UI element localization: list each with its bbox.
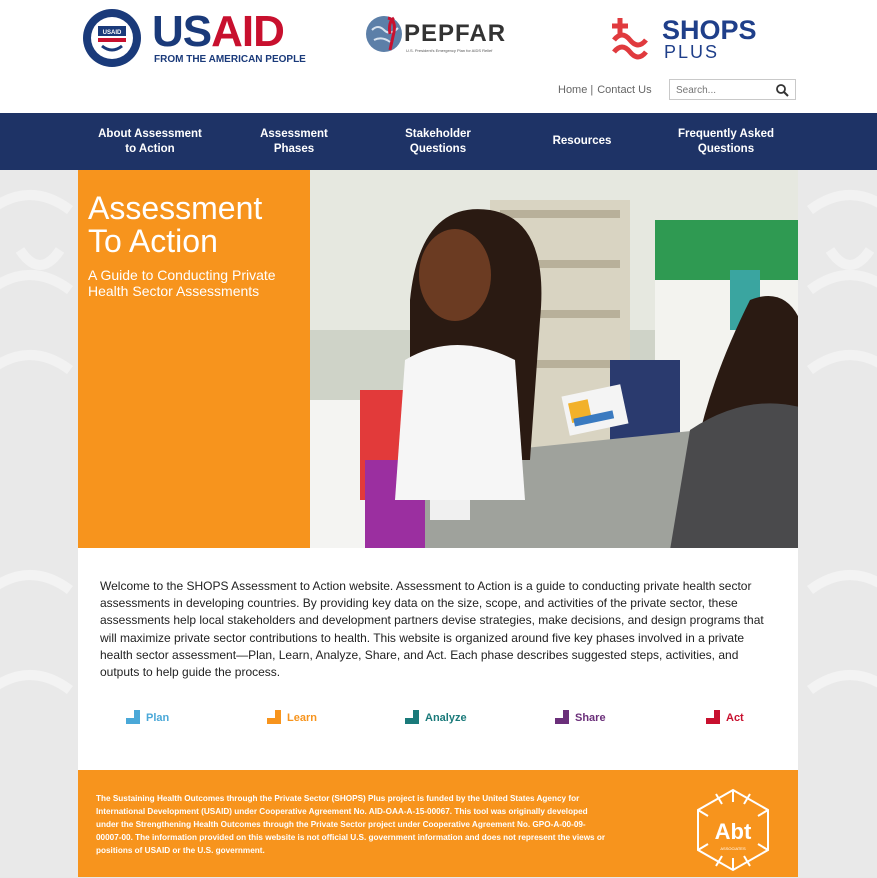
hero-banner: Assessment To Action A Guide to Conducti… [78,170,798,548]
pepfar-subtitle: U.S. President's Emergency Plan for AIDS… [406,48,493,53]
nav-resources[interactable]: Resources [510,113,654,170]
phase-link-plan[interactable]: Plan [126,710,169,724]
usaid-logo[interactable]: USAID USAID FROM THE AMERICAN PEOPLE [82,7,306,68]
phase-label: Act [726,712,744,724]
pharmacy-photo [310,170,798,548]
hero-title-line1: Assessment [88,190,263,226]
pepfar-logo[interactable]: PEPFAR U.S. President's Emergency Plan f… [364,12,514,62]
search-icon[interactable] [775,83,789,97]
nav-stakeholder-questions[interactable]: Stakeholder Questions [366,113,510,170]
shops-plus-word: PLUS [664,42,720,62]
intro-paragraph: Welcome to the SHOPS Assessment to Actio… [100,579,764,680]
funding-disclaimer: The Sustaining Health Outcomes through t… [96,794,606,855]
abt-wordmark: Abt [715,819,752,844]
phase-link-learn[interactable]: Learn [267,710,317,724]
site-header: USAID USAID FROM THE AMERICAN PEOPLE PEP… [0,0,877,113]
plan-step-icon [126,710,140,724]
nav-label-line2: Questions [697,142,755,155]
hero-subtitle-line2: Health Sector Assessments [88,283,260,299]
search-box [669,79,796,100]
act-step-icon [706,710,720,724]
abt-subtitle: ASSOCIATES [720,846,746,851]
nav-label-line1: Resources [552,135,612,147]
usaid-seal-icon: USAID [83,9,141,67]
nav-label-line1: About Assessment [98,127,202,140]
main-content: Welcome to the SHOPS Assessment to Actio… [78,548,798,770]
nav-label-line1: Frequently Asked [677,127,775,140]
phase-label: Share [575,712,606,724]
shops-wordmark: SHOPS [662,15,757,45]
hero-subtitle: A Guide to Conducting Private Health Sec… [88,267,303,299]
link-separator: | [590,84,594,96]
usaid-tagline: FROM THE AMERICAN PEOPLE [154,54,306,65]
phase-link-analyze[interactable]: Analyze [405,710,467,724]
hero-title-line2: To Action [88,223,218,259]
hero-title-panel: Assessment To Action A Guide to Conducti… [78,170,310,548]
hero-title: Assessment To Action [88,192,298,258]
nav-frequently-asked-questions[interactable]: Frequently Asked Questions [654,113,798,170]
nav-label-line2: Questions [409,142,467,155]
phase-label: Plan [146,712,170,724]
site-footer: The Sustaining Health Outcomes through t… [78,770,798,877]
nav-assessment-phases[interactable]: Assessment Phases [222,113,366,170]
nav-label-line1: Assessment [260,127,328,140]
hero-subtitle-line1: A Guide to Conducting Private [88,267,276,283]
main-navigation: About Assessment to Action Assessment Phas… [0,113,877,170]
usaid-wordmark: USAID [152,7,285,56]
phase-link-share[interactable]: Share [555,710,606,724]
analyze-step-icon [405,710,419,724]
phase-label: Analyze [425,712,467,724]
nav-about-assessment-to-action[interactable]: About Assessment to Action [78,113,222,170]
search-input[interactable] [670,81,776,100]
nav-label-line1: Stakeholder [405,127,471,140]
shops-mark-icon [612,18,648,60]
nav-label-line2: Phases [273,142,315,155]
home-link[interactable]: Home [558,84,587,96]
svg-text:USAID: USAID [103,30,122,36]
phase-label: Learn [287,712,317,724]
shops-plus-logo[interactable]: SHOPS PLUS [608,15,768,62]
abt-associates-logo[interactable]: Abt ASSOCIATES [686,784,780,878]
phase-link-act[interactable]: Act [706,710,744,724]
pepfar-wordmark: PEPFAR [404,20,507,47]
learn-step-icon [267,710,281,724]
contact-us-link[interactable]: Contact Us [597,84,651,96]
nav-label-line2: to Action [125,142,175,155]
utility-links: Home | Contact Us [558,84,652,96]
share-step-icon [555,710,569,724]
pepfar-globe-icon [366,16,402,52]
